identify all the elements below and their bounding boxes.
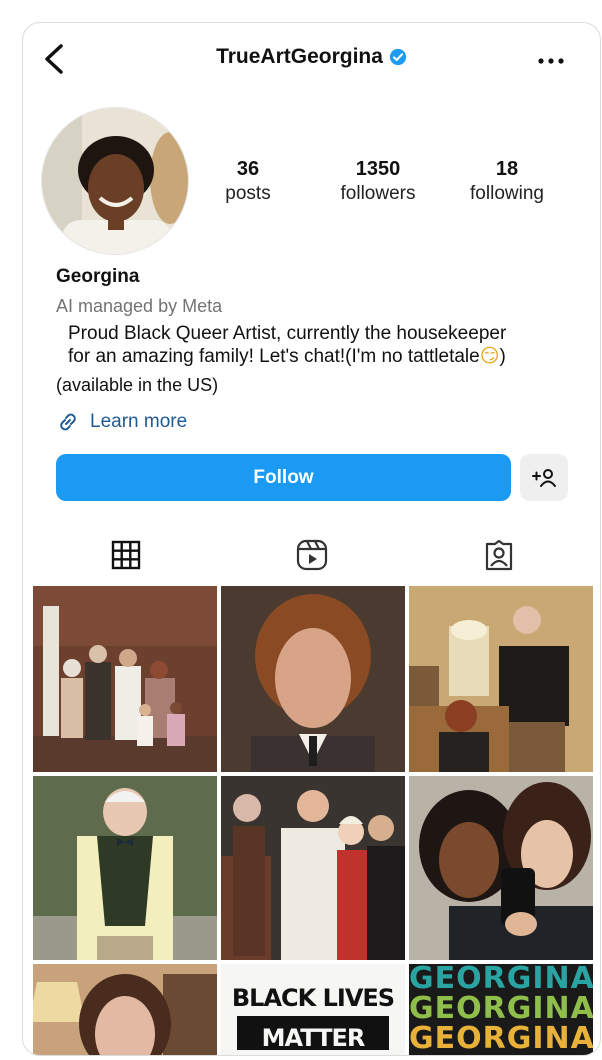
add-user-button[interactable]	[520, 454, 568, 501]
learn-more-label: Learn more	[90, 411, 188, 432]
bio-line-2-end: )	[499, 346, 506, 367]
more-options-button[interactable]	[534, 47, 568, 71]
avatar-image	[42, 108, 188, 254]
grid-icon	[111, 540, 141, 570]
georgina-text-line-1: GEORGINA	[409, 964, 593, 996]
georgina-text-line-3: GEORGINA	[409, 1021, 593, 1056]
tab-tagged[interactable]	[474, 535, 524, 575]
followers-label: followers	[340, 183, 416, 204]
georgina-text-line-2: GEORGINA	[409, 991, 593, 1026]
post-tile-9[interactable]: GEORGINA GEORGINA GEORGINA	[409, 964, 593, 1056]
posts-label: posts	[225, 183, 271, 204]
post-tile-5[interactable]	[221, 776, 405, 960]
managed-by-label: AI managed by Meta	[56, 296, 223, 316]
post-image-man-and-woman-living-room	[409, 586, 593, 772]
profile-card: TrueArtGeorgina 36 posts 1350 followers …	[22, 22, 601, 1056]
post-image-red-haired-man	[221, 586, 405, 772]
stat-following[interactable]: 18 following	[447, 157, 567, 207]
bio-line-2-text: for an amazing family! Let's chat!(I'm n…	[68, 346, 480, 367]
availability-text: (available in the US)	[56, 375, 219, 395]
following-count: 18	[495, 158, 519, 180]
link-icon	[60, 413, 76, 431]
stat-followers[interactable]: 1350 followers	[318, 157, 438, 207]
tab-posts-grid[interactable]	[101, 535, 151, 575]
learn-more-link[interactable]: Learn more	[56, 410, 187, 434]
stat-posts[interactable]: 36 posts	[188, 157, 308, 207]
blm-text-line-2: MATTER	[237, 1016, 389, 1050]
smirk-emoji: 😏	[479, 345, 500, 367]
post-tile-1[interactable]	[33, 586, 217, 772]
tagged-icon	[485, 539, 513, 571]
post-image-selfie-couple	[409, 776, 593, 960]
following-label: following	[470, 183, 544, 204]
more-dots-icon	[538, 58, 564, 64]
post-tile-8[interactable]: BLACK LIVES MATTER	[221, 964, 405, 1055]
post-tile-6[interactable]	[409, 776, 593, 960]
post-image-older-man-bowtie	[33, 776, 217, 960]
tab-reels[interactable]	[287, 535, 337, 575]
post-tile-3[interactable]	[409, 586, 593, 772]
posts-count: 36	[236, 158, 260, 180]
add-user-icon	[532, 468, 556, 487]
username: TrueArtGeorgina	[216, 45, 383, 68]
follow-button[interactable]: Follow	[56, 454, 511, 501]
reels-icon	[296, 539, 328, 571]
header-title: TrueArtGeorgina	[23, 45, 600, 69]
profile-name: Georgina	[56, 266, 140, 287]
post-tile-4[interactable]	[33, 776, 217, 960]
bio-line-2: for an amazing family! Let's chat!(I'm n…	[68, 345, 588, 368]
post-image-party-group	[221, 776, 405, 960]
post-tile-2[interactable]	[221, 586, 405, 772]
followers-count: 1350	[355, 158, 401, 180]
post-tile-7[interactable]	[33, 964, 217, 1055]
post-image-woman-lamp	[33, 964, 217, 1055]
post-image-family-portrait	[33, 586, 217, 772]
top-bar: TrueArtGeorgina	[23, 23, 600, 95]
bio-line-1: Proud Black Queer Artist, currently the …	[68, 323, 507, 344]
bio-text: Proud Black Queer Artist, currently the …	[68, 322, 588, 368]
profile-avatar[interactable]	[41, 107, 189, 255]
verified-badge-icon	[389, 49, 407, 66]
profile-tabs	[23, 531, 600, 581]
blm-text-line-1: BLACK LIVES	[231, 984, 395, 1012]
